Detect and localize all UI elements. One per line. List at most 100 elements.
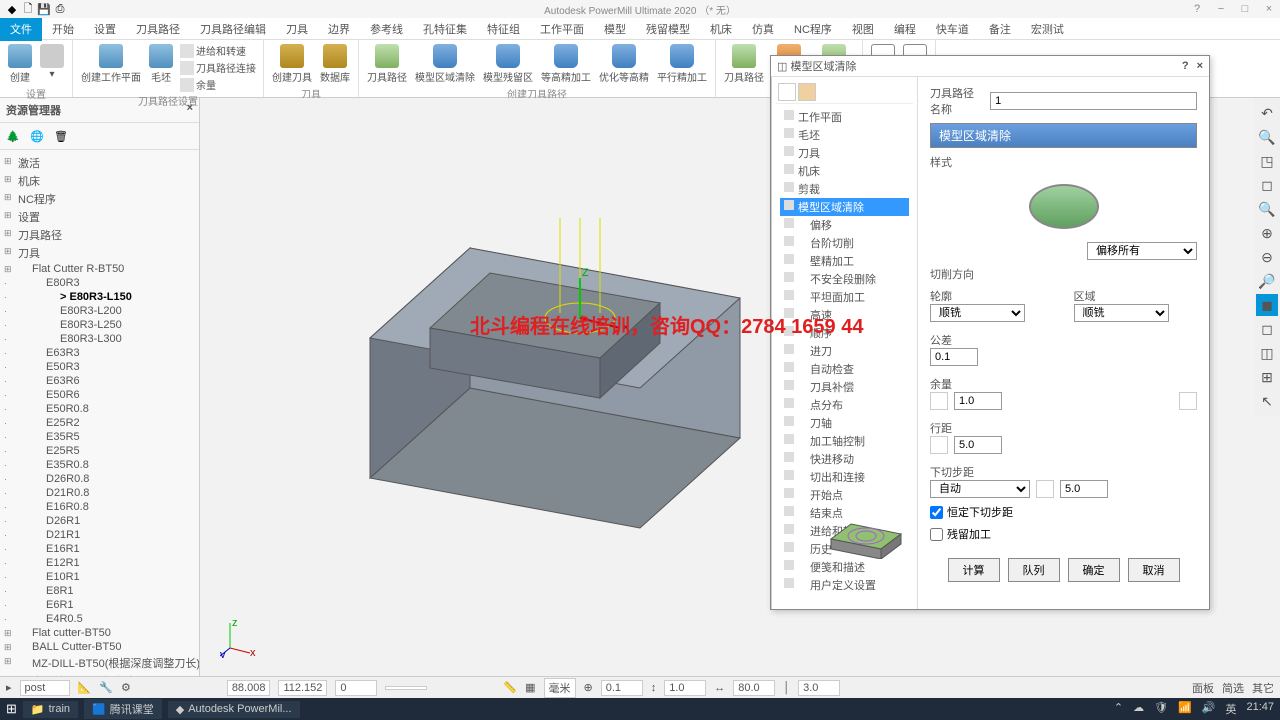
block-icon[interactable]: ◫ [1256, 342, 1278, 364]
explorer-delete-icon[interactable]: 🗑 [52, 127, 70, 145]
tree-node-机床[interactable]: 机床 [4, 172, 195, 190]
close-icon[interactable]: × [1262, 3, 1276, 15]
status-v4[interactable]: 3.0 [798, 680, 840, 696]
tab-nc[interactable]: NC程序 [784, 17, 842, 41]
status-v1[interactable]: 0.1 [601, 680, 643, 696]
tree-node-D21R1[interactable]: D21R1 [4, 528, 195, 542]
zoom-win-icon[interactable]: 🔍 [1256, 198, 1278, 220]
queue-button[interactable]: 队列 [1008, 558, 1060, 582]
iso-icon[interactable]: ◳ [1256, 150, 1278, 172]
tree-node-E10R1[interactable]: E10R1 [4, 570, 195, 584]
offset-combo[interactable]: 偏移所有 [1087, 242, 1197, 260]
print-icon[interactable]: ⎙ [53, 2, 67, 16]
toolpath-name-input[interactable] [990, 92, 1197, 110]
st-selected[interactable]: 模型区域清除 [780, 198, 909, 216]
tab-boundary[interactable]: 边界 [318, 17, 360, 41]
check-toolpath-button[interactable]: 刀具路径 [722, 42, 766, 86]
tray-up-icon[interactable]: ⌃ [1114, 701, 1123, 717]
tree-node-E80R3-L300[interactable]: E80R3-L300 [4, 332, 195, 346]
unit-combo[interactable]: 毫米 [544, 678, 576, 698]
wire-icon[interactable]: ◻ [1256, 318, 1278, 340]
tree-node-E80R3-L200[interactable]: E80R3-L200 [4, 304, 195, 318]
zoom-in-icon[interactable]: ⊕ [1256, 222, 1278, 244]
st-偏移[interactable]: 偏移 [780, 216, 909, 234]
st-便笺和描述[interactable]: 便笺和描述 [780, 558, 909, 576]
tab-macrotest[interactable]: 宏测试 [1021, 17, 1074, 41]
stepover-input[interactable] [954, 436, 1002, 454]
st-剪裁[interactable]: 剪裁 [780, 180, 909, 198]
status-other[interactable]: 其它 [1252, 680, 1274, 696]
tree-node-E16R0.8[interactable]: E16R0.8 [4, 500, 195, 514]
status-v3[interactable]: 80.0 [733, 680, 775, 696]
ruler-icon[interactable]: 📏 [503, 681, 517, 694]
new-icon[interactable]: 🗋 [21, 2, 35, 16]
cube-icon[interactable]: ◻ [1256, 174, 1278, 196]
grid-icon[interactable]: ▦ [525, 681, 535, 694]
st-icon1[interactable] [778, 83, 796, 101]
tab-view[interactable]: 视图 [842, 17, 884, 41]
st-快进移动[interactable]: 快进移动 [780, 450, 909, 468]
links-button[interactable]: 刀具路径连接 [179, 59, 257, 76]
st-台阶切削[interactable]: 台阶切削 [780, 234, 909, 252]
tree-node-D26R1[interactable]: D26R1 [4, 514, 195, 528]
stepdown-icon[interactable] [1036, 480, 1054, 498]
zoom-all-icon[interactable]: 🔎 [1256, 270, 1278, 292]
tree-node-E80R3-L250[interactable]: E80R3-L250 [4, 318, 195, 332]
st-用户定义设置[interactable]: 用户定义设置 [780, 576, 909, 594]
allowance-icon[interactable] [930, 392, 948, 410]
tree-node-MZ-DILL-BT50(根据深度调整刀长)[interactable]: MZ-DILL-BT50(根据深度调整刀长) [4, 654, 195, 672]
tab-setup[interactable]: 设置 [84, 17, 126, 41]
st-刀具补偿[interactable]: 刀具补偿 [780, 378, 909, 396]
dialog-help-icon[interactable]: ? [1182, 60, 1189, 72]
allowance-input[interactable] [954, 392, 1002, 410]
tab-toolpath[interactable]: 刀具路径 [126, 17, 190, 41]
st-点分布[interactable]: 点分布 [780, 396, 909, 414]
tab-tool[interactable]: 刀具 [276, 17, 318, 41]
task-powermill[interactable]: ◆Autodesk PowerMil... [168, 701, 300, 718]
tree-node-激活[interactable]: 激活 [4, 154, 195, 172]
tree-node-E80R3[interactable]: E80R3 [4, 276, 195, 290]
tab-sim[interactable]: 仿真 [742, 17, 784, 41]
st-刀具[interactable]: 刀具 [780, 144, 909, 162]
tree-node-E12R1[interactable]: E12R1 [4, 556, 195, 570]
st-平坦面加工[interactable]: 平坦面加工 [780, 288, 909, 306]
tree-node-E63R3[interactable]: E63R3 [4, 346, 195, 360]
tree-node-D21R0.8[interactable]: D21R0.8 [4, 486, 195, 500]
st-壁精加工[interactable]: 壁精加工 [780, 252, 909, 270]
tree-node-E50R3[interactable]: E50R3 [4, 360, 195, 374]
status-simple[interactable]: 简选 [1222, 680, 1244, 696]
st-毛坯[interactable]: 毛坯 [780, 126, 909, 144]
tree-node-设置[interactable]: 设置 [4, 208, 195, 226]
tree-node-Flat Cutter R-BT50[interactable]: Flat Cutter R-BT50 [4, 262, 195, 276]
region-combo[interactable]: 顺铣 [1074, 304, 1169, 322]
tab-featuregroup[interactable]: 特征组 [477, 17, 530, 41]
fix-stepdown-check[interactable] [930, 506, 943, 519]
dialog-close-icon[interactable]: × [1197, 60, 1203, 72]
tree-node-E16R1[interactable]: E16R1 [4, 542, 195, 556]
tab-toolpath-edit[interactable]: 刀具路径编辑 [190, 17, 276, 41]
model-area-clear-button[interactable]: 模型区域清除 [413, 42, 477, 86]
view-combo[interactable]: post [20, 680, 70, 696]
tree-node-E4R0.5[interactable]: E4R0.5 [4, 612, 195, 626]
rest-rough-check[interactable] [930, 528, 943, 541]
workplane-button[interactable]: 创建工作平面 [79, 42, 143, 86]
tree-node-E25R5[interactable]: E25R5 [4, 444, 195, 458]
allowance-button[interactable]: 余量 [179, 76, 257, 93]
profile-combo[interactable]: 顺铣 [930, 304, 1025, 322]
st-刀轴[interactable]: 刀轴 [780, 414, 909, 432]
feedrate-button[interactable]: 进给和转速 [179, 42, 257, 59]
tool-db-button[interactable]: 数据库 [318, 42, 352, 86]
tree-node-BALL Cutter-BT50[interactable]: BALL Cutter-BT50 [4, 640, 195, 654]
snap-icon[interactable]: ⊞ [1256, 366, 1278, 388]
minimize-icon[interactable]: − [1214, 3, 1228, 15]
tree-node-E50R0.8[interactable]: E50R0.8 [4, 402, 195, 416]
tree-node-E63R6[interactable]: E63R6 [4, 374, 195, 388]
st-高速[interactable]: 高速 [780, 306, 909, 324]
tree-node-刀具路径[interactable]: 刀具路径 [4, 226, 195, 244]
tray-ime[interactable]: 英 [1225, 701, 1236, 717]
stock-button[interactable]: 毛坯 [147, 42, 175, 86]
st-工作平面[interactable]: 工作平面 [780, 108, 909, 126]
tray-clock[interactable]: 21:47 [1246, 701, 1274, 717]
tree-node-> E80R3-L150[interactable]: > E80R3-L150 [4, 290, 195, 304]
tree-node-NC程序[interactable]: NC程序 [4, 190, 195, 208]
